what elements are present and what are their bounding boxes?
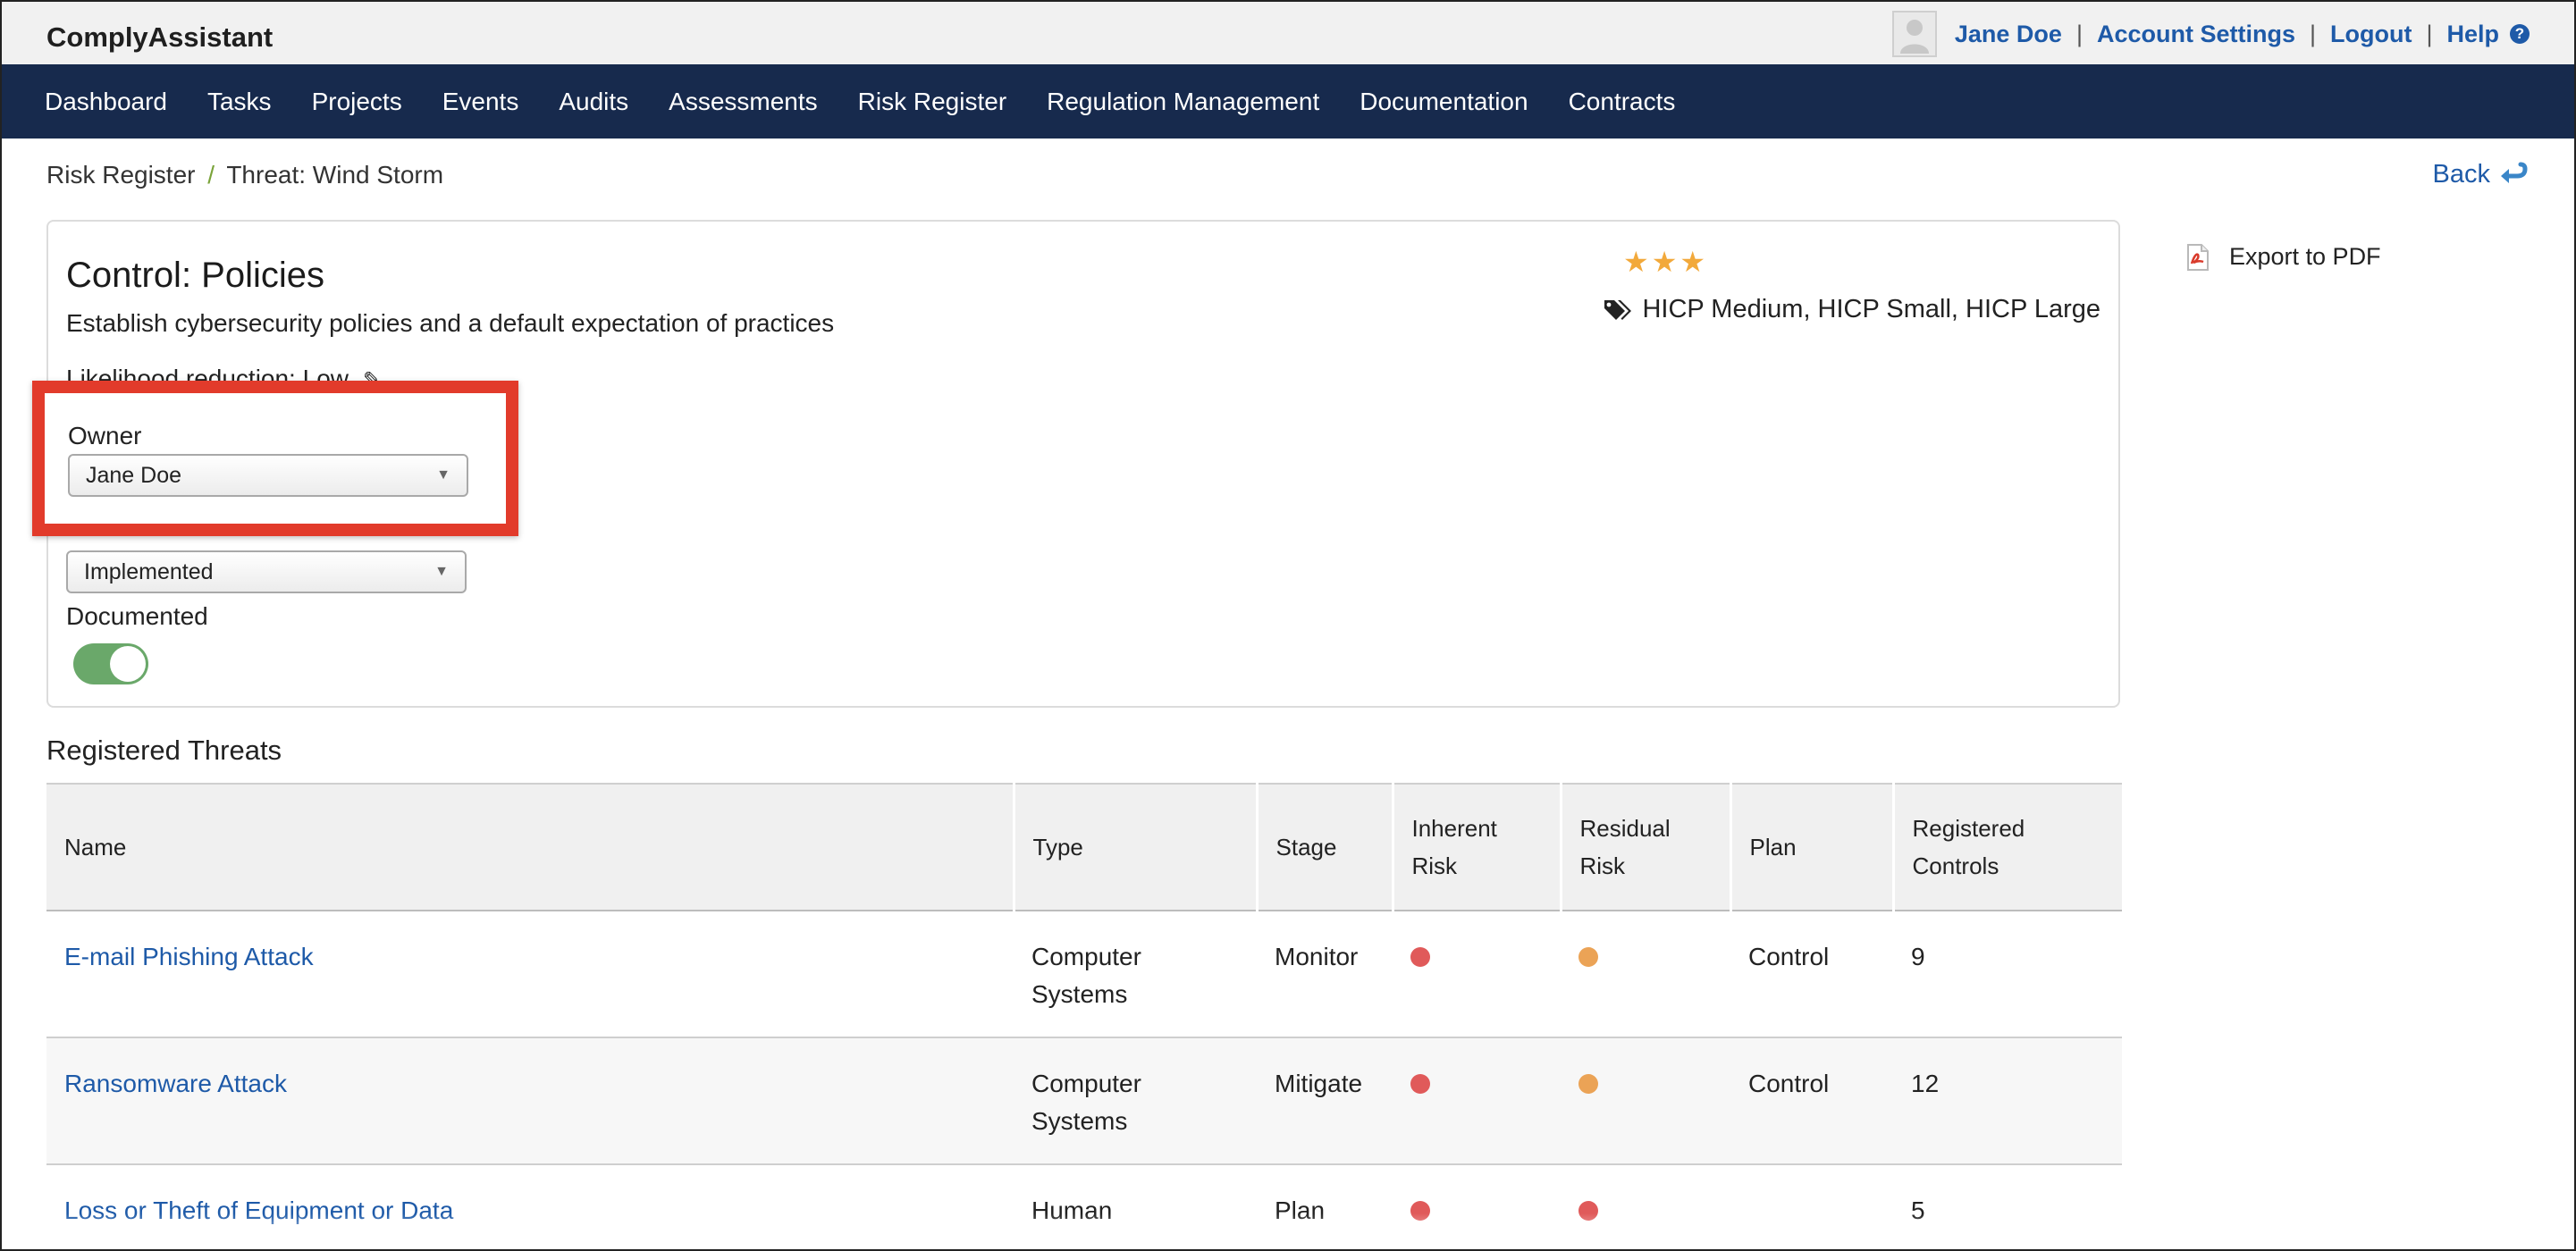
- account-settings-link[interactable]: Account Settings: [2097, 21, 2295, 48]
- nav-item-dashboard[interactable]: Dashboard: [45, 88, 167, 116]
- column-header-type[interactable]: Type: [1012, 783, 1257, 911]
- control-title: Control: Policies: [66, 256, 325, 295]
- chevron-down-icon: ▼: [436, 467, 450, 483]
- user-silhouette-icon: [1899, 20, 1929, 54]
- risk-indicator-icon: [1578, 1074, 1598, 1094]
- app-window: ComplyAssistant Jane Doe | Account Setti…: [0, 0, 2576, 1251]
- documented-label: Documented: [66, 602, 208, 630]
- threat-stage-cell: Mitigate: [1257, 1037, 1393, 1165]
- tag-list: HICP Medium, HICP Small, HICP Large: [1603, 295, 2100, 324]
- column-header-inherent-risk[interactable]: Inherent Risk: [1391, 783, 1561, 911]
- control-description: Establish cybersecurity policies and a d…: [66, 309, 835, 337]
- logout-link[interactable]: Logout: [2330, 21, 2412, 48]
- threats-table: Name Type Stage Inherent Risk Residual R…: [46, 783, 2122, 1249]
- toggle-knob: [110, 646, 146, 682]
- threat-plan-cell: Control: [1730, 911, 1893, 1038]
- threat-stage-cell: Monitor: [1257, 911, 1393, 1038]
- nav-item-assessments[interactable]: Assessments: [669, 88, 818, 116]
- column-header-residual-risk[interactable]: Residual Risk: [1559, 783, 1730, 911]
- inherent-risk-cell: [1393, 911, 1561, 1038]
- tags-text: HICP Medium, HICP Small, HICP Large: [1642, 295, 2100, 323]
- nav-item-documentation[interactable]: Documentation: [1360, 88, 1528, 116]
- threat-link[interactable]: E-mail Phishing Attack: [64, 943, 314, 970]
- table-row: E-mail Phishing Attack Computer Systems …: [46, 911, 2122, 1038]
- table-header-row: Name Type Stage Inherent Risk Residual R…: [46, 783, 2122, 911]
- inherent-risk-cell: [1393, 1037, 1561, 1165]
- documented-toggle[interactable]: [73, 643, 148, 684]
- return-arrow-icon: [2501, 162, 2528, 183]
- registered-controls-cell: 9: [1893, 911, 2122, 1038]
- breadcrumb-current: Threat: Wind Storm: [226, 161, 444, 189]
- nav-item-audits[interactable]: Audits: [559, 88, 628, 116]
- threat-name-cell: Ransomware Attack: [46, 1037, 1014, 1165]
- status-value: Implemented: [84, 559, 214, 584]
- separator: |: [2309, 20, 2316, 47]
- table-row: Ransomware Attack Computer Systems Mitig…: [46, 1037, 2122, 1165]
- nav-item-contracts[interactable]: Contracts: [1569, 88, 1676, 116]
- registered-controls-cell: 12: [1893, 1037, 2122, 1165]
- nav-item-risk-register[interactable]: Risk Register: [858, 88, 1006, 116]
- column-header-plan[interactable]: Plan: [1729, 783, 1893, 911]
- bottom-fade: [2, 1213, 2574, 1249]
- user-links: Jane Doe | Account Settings | Logout | H…: [1891, 11, 2530, 57]
- owner-value: Jane Doe: [86, 463, 182, 488]
- back-button[interactable]: Back: [2433, 160, 2530, 189]
- column-header-name[interactable]: Name: [46, 783, 1014, 911]
- separator: |: [2075, 20, 2083, 47]
- threat-plan-cell: Control: [1730, 1037, 1893, 1165]
- threat-type-cell: Computer Systems: [1014, 911, 1257, 1038]
- help-icon[interactable]: ?: [2510, 24, 2530, 44]
- risk-indicator-icon: [1410, 947, 1430, 967]
- chevron-down-icon: ▼: [434, 564, 449, 579]
- status-select[interactable]: Implemented ▼: [66, 550, 467, 593]
- separator: |: [2426, 20, 2433, 47]
- registered-threats-heading: Registered Threats: [46, 735, 282, 766]
- threat-link[interactable]: Ransomware Attack: [64, 1070, 287, 1097]
- nav-item-projects[interactable]: Projects: [312, 88, 402, 116]
- top-bar: ComplyAssistant Jane Doe | Account Setti…: [2, 2, 2574, 64]
- threat-type-cell: Computer Systems: [1014, 1037, 1257, 1165]
- risk-indicator-icon: [1578, 947, 1598, 967]
- column-header-stage[interactable]: Stage: [1255, 783, 1393, 911]
- avatar[interactable]: [1891, 11, 1937, 57]
- app-logo: ComplyAssistant: [46, 21, 274, 53]
- owner-label: Owner: [68, 422, 142, 449]
- threat-name-cell: E-mail Phishing Attack: [46, 911, 1014, 1038]
- user-name-link[interactable]: Jane Doe: [1955, 21, 2062, 48]
- breadcrumb-separator: /: [207, 161, 215, 189]
- owner-select[interactable]: Jane Doe ▼: [68, 454, 468, 497]
- help-link[interactable]: Help: [2446, 21, 2499, 48]
- breadcrumb-risk-register[interactable]: Risk Register: [46, 161, 195, 189]
- residual-risk-cell: [1561, 1037, 1730, 1165]
- main-nav: Dashboard Tasks Projects Events Audits A…: [2, 64, 2574, 139]
- export-label: Export to PDF: [2229, 243, 2381, 270]
- nav-item-regulation-management[interactable]: Regulation Management: [1047, 88, 1319, 116]
- column-header-registered-controls[interactable]: Registered Controls: [1891, 783, 2122, 911]
- star-rating: ★★★: [1623, 246, 1709, 278]
- export-to-pdf-button[interactable]: Export to PDF: [2186, 243, 2381, 271]
- residual-risk-cell: [1561, 911, 1730, 1038]
- breadcrumb: Risk Register / Threat: Wind Storm: [46, 161, 443, 189]
- pdf-file-icon: [2187, 243, 2209, 271]
- nav-item-events[interactable]: Events: [442, 88, 519, 116]
- back-label: Back: [2432, 160, 2490, 189]
- tags-icon: [1604, 299, 1632, 320]
- nav-item-tasks[interactable]: Tasks: [207, 88, 272, 116]
- risk-indicator-icon: [1410, 1074, 1430, 1094]
